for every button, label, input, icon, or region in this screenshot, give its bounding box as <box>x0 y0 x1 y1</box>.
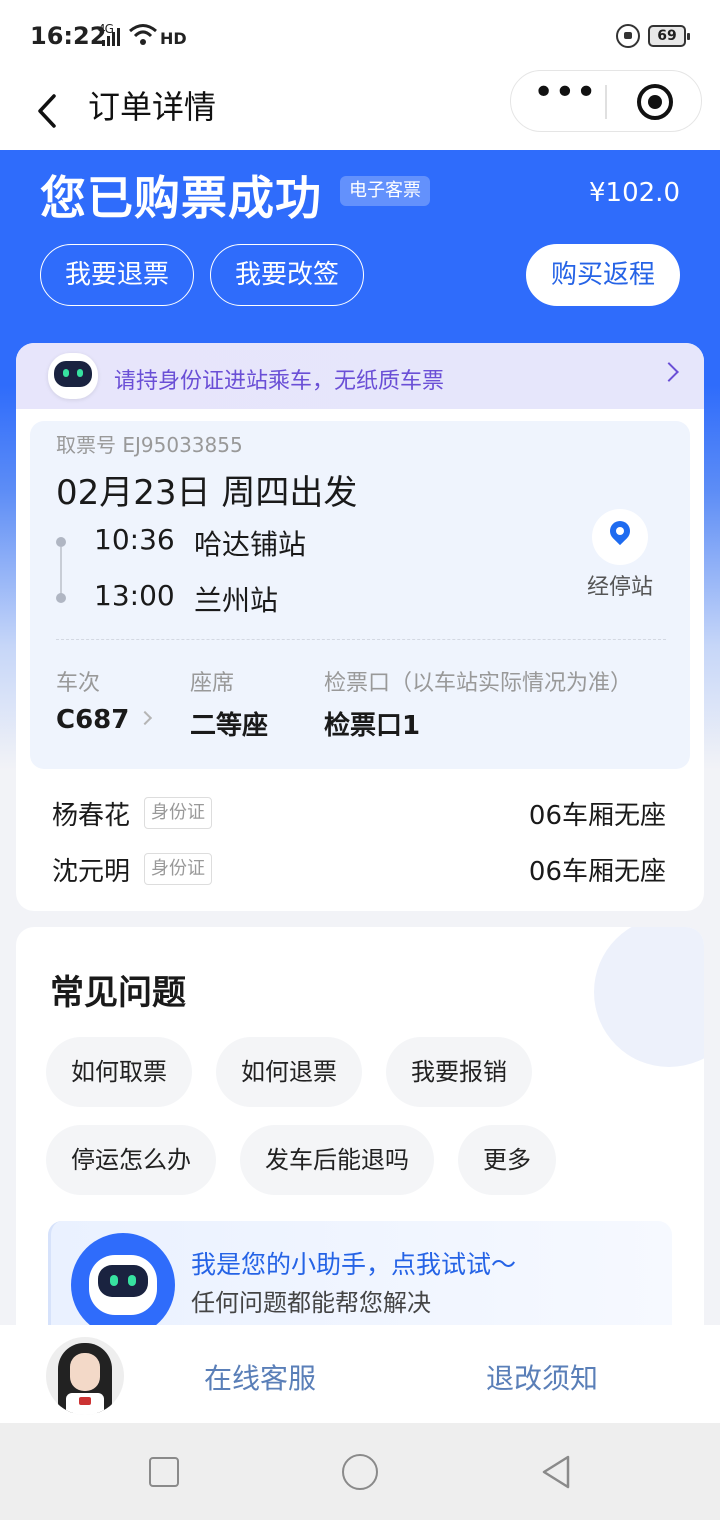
bottom-bar: 在线客服 退改须知 <box>0 1325 720 1423</box>
status-time: 16:22 <box>30 22 107 50</box>
divider <box>56 639 666 640</box>
seat-class: 二等座 <box>190 711 269 741</box>
gate-label: 检票口（以车站实际情况为准） <box>324 671 633 696</box>
service-avatar[interactable] <box>46 1337 124 1415</box>
id-type-badge: 身份证 <box>144 797 212 829</box>
depart-station: 哈达铺站 <box>194 528 307 561</box>
buy-return-button[interactable]: 购买返程 <box>526 244 680 306</box>
hd-indicator: HD <box>160 29 187 48</box>
depart-time: 10:36 <box>94 523 175 556</box>
passenger-name: 杨春花 <box>52 801 131 831</box>
notice-text: 请持身份证进站乘车，无纸质车票 <box>114 369 445 394</box>
assistant-title: 我是您的小助手，点我试试～ <box>191 1250 517 1279</box>
passenger-seat: 06车厢无座 <box>528 801 666 831</box>
arrive-time: 13:00 <box>94 579 175 612</box>
faq-title: 常见问题 <box>50 973 186 1013</box>
passenger-seat: 06车厢无座 <box>528 857 666 887</box>
faq-card: 常见问题 如何取票 如何退票 我要报销 停运怎么办 发车后能退吗 更多 我是您的… <box>16 927 704 1347</box>
chevron-right-icon <box>659 362 679 382</box>
recent-apps-icon[interactable] <box>149 1457 179 1487</box>
battery-icon: 69 <box>648 25 690 47</box>
id-type-badge: 身份证 <box>144 853 212 885</box>
more-dots-icon[interactable]: ••• <box>533 75 597 117</box>
system-nav-bar <box>0 1423 720 1520</box>
rotation-lock-icon <box>616 24 640 48</box>
faq-chip-more[interactable]: 更多 <box>458 1125 556 1195</box>
order-price: ¥102.0 <box>589 178 680 208</box>
back-arrow-icon[interactable] <box>30 86 70 136</box>
location-pin-icon <box>592 509 648 565</box>
page-title: 订单详情 <box>88 88 217 126</box>
timeline-dot-depart <box>56 537 66 547</box>
passenger-name: 沈元明 <box>52 857 131 887</box>
signal-icon <box>102 28 120 46</box>
faq-chip-refund[interactable]: 如何退票 <box>216 1037 362 1107</box>
status-bar: 16:22 4G HD 69 <box>0 0 720 74</box>
faq-chip-reimburse[interactable]: 我要报销 <box>386 1037 532 1107</box>
departure-date: 02月23日 周四出发 <box>56 473 358 513</box>
robot-icon <box>48 353 98 399</box>
ticket-card: 请持身份证进站乘车，无纸质车票 取票号 EJ95033855 02月23日 周四… <box>16 343 704 911</box>
chevron-right-icon <box>137 710 153 726</box>
robot-icon <box>71 1233 175 1337</box>
purchase-success-title: 您已购票成功 <box>40 171 322 225</box>
timeline-dot-arrive <box>56 593 66 603</box>
ticket-number: 取票号 EJ95033855 <box>56 433 243 457</box>
wifi-icon <box>129 24 157 45</box>
timeline-line <box>60 547 62 595</box>
refund-button[interactable]: 我要退票 <box>40 244 194 306</box>
gate-value: 检票口1 <box>324 711 421 741</box>
train-number[interactable]: C687 <box>56 705 129 735</box>
e-ticket-badge: 电子客票 <box>340 176 430 206</box>
faq-chip-pickup[interactable]: 如何取票 <box>46 1037 192 1107</box>
id-notice-banner[interactable]: 请持身份证进站乘车，无纸质车票 <box>16 343 704 409</box>
refund-rules-button[interactable]: 退改须知 <box>486 1357 598 1397</box>
miniprogram-capsule: ••• <box>510 70 702 132</box>
stops-button[interactable]: 经停站 <box>580 509 660 600</box>
arrive-station: 兰州站 <box>194 584 279 617</box>
nav-bar: 订单详情 ••• <box>0 70 720 150</box>
decorative-circle <box>594 927 704 1067</box>
trip-info: 取票号 EJ95033855 02月23日 周四出发 10:36 哈达铺站 13… <box>30 421 690 769</box>
home-icon[interactable] <box>342 1454 378 1490</box>
train-label: 车次 <box>56 671 101 696</box>
capsule-divider <box>605 85 607 119</box>
faq-chip-after-departure[interactable]: 发车后能退吗 <box>240 1125 434 1195</box>
back-triangle-icon[interactable] <box>538 1453 574 1491</box>
target-close-icon[interactable] <box>637 84 673 120</box>
change-ticket-button[interactable]: 我要改签 <box>210 244 364 306</box>
stops-label: 经停站 <box>586 575 653 600</box>
seat-label: 座席 <box>190 671 235 696</box>
faq-chip-suspended[interactable]: 停运怎么办 <box>46 1125 216 1195</box>
assistant-subtitle: 任何问题都能帮您解决 <box>191 1289 431 1317</box>
online-service-button[interactable]: 在线客服 <box>204 1357 316 1397</box>
